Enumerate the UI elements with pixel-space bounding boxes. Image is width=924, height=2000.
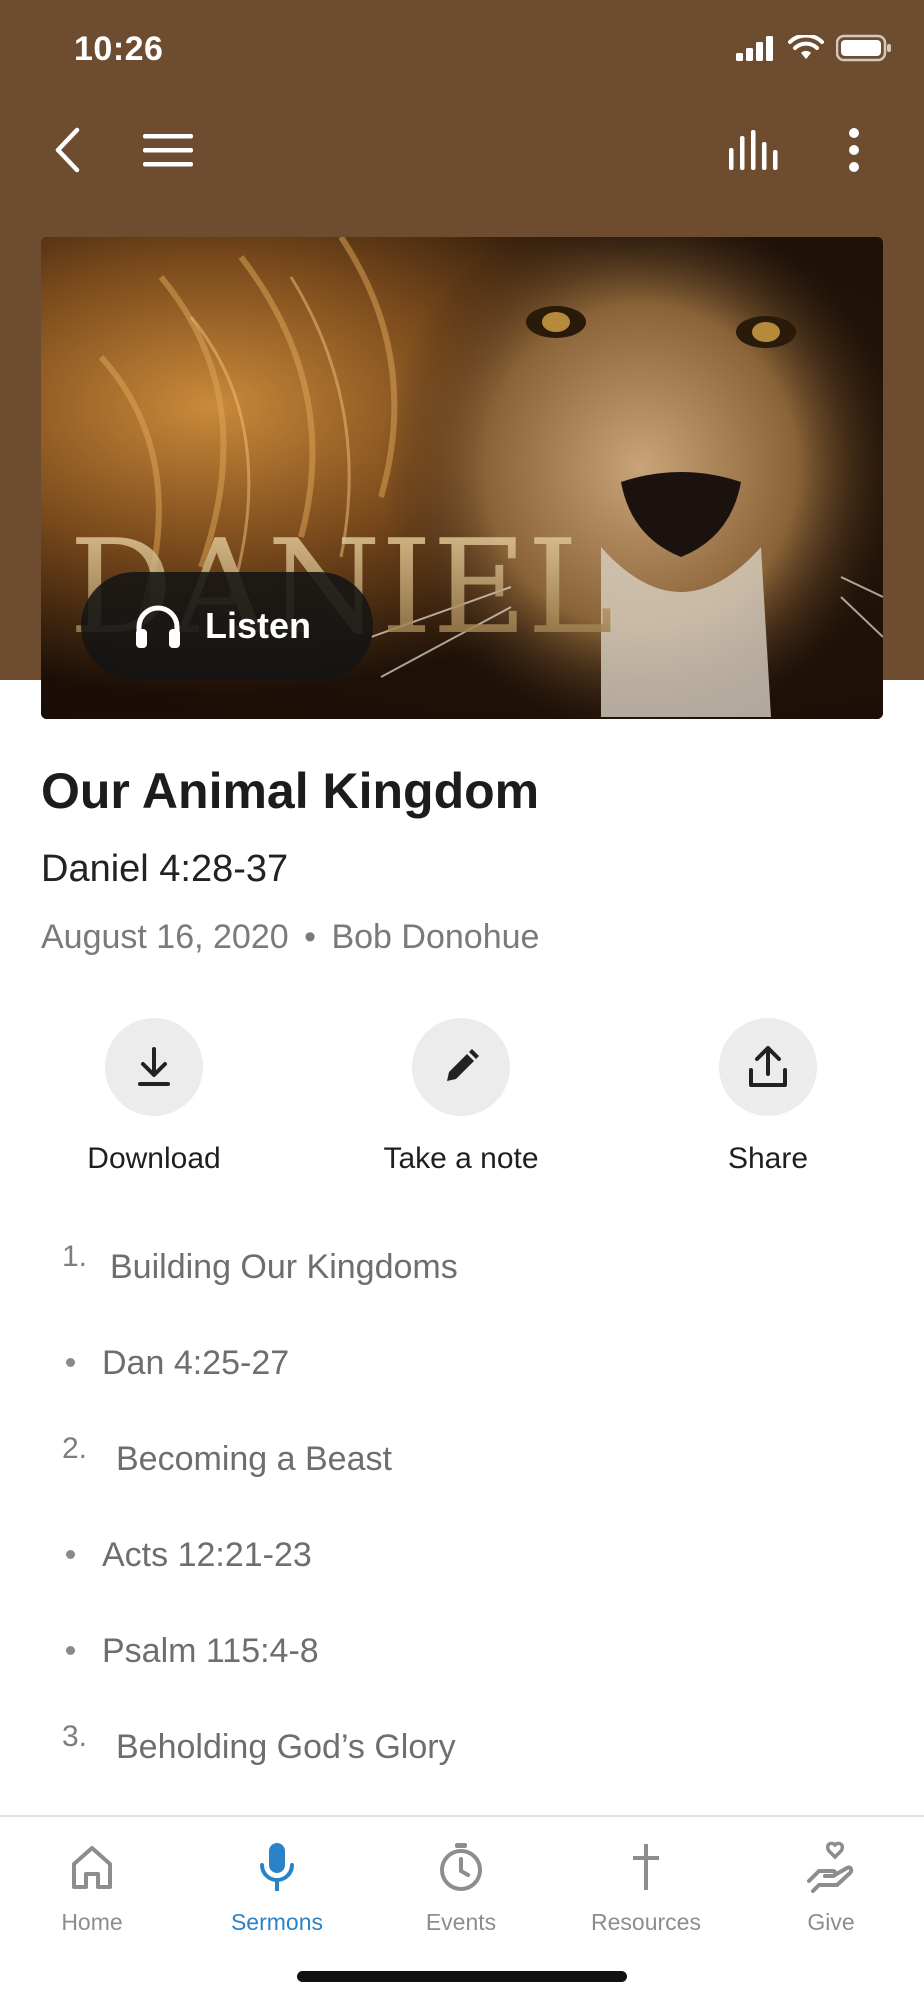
status-icons (736, 34, 892, 62)
outline-text: Beholding God’s Glory (116, 1728, 456, 1766)
download-button[interactable]: Download (24, 1018, 284, 1188)
microphone-icon (260, 1843, 294, 1891)
tab-label: Sermons (230, 1909, 324, 1935)
outline-item: 2. Becoming a Beast (0, 1432, 924, 1492)
sermon-date: August 16, 2020 (41, 918, 289, 956)
giving-hand-icon (807, 1841, 854, 1893)
sermon-scripture: Daniel 4:28-37 (41, 848, 289, 890)
top-navigation (0, 110, 924, 190)
back-chevron-icon (55, 127, 80, 173)
tab-label: Home (61, 1909, 123, 1935)
tab-label: Resources (591, 1909, 701, 1935)
download-label: Download (87, 1142, 221, 1175)
listen-label: Listen (205, 605, 312, 646)
outline-number: 2. (62, 1432, 88, 1465)
menu-button[interactable] (132, 110, 204, 190)
tab-events[interactable]: Events (369, 1837, 553, 1947)
tab-give[interactable]: Give (739, 1837, 923, 1947)
pencil-icon (447, 1049, 479, 1081)
wifi-icon (788, 35, 824, 59)
outline-item: Psalm 115:4-8 (0, 1624, 924, 1684)
download-icon (138, 1047, 170, 1086)
back-button[interactable] (32, 110, 104, 190)
sermon-title: Our Animal Kingdom (41, 763, 540, 819)
take-note-label: Take a note (383, 1142, 539, 1175)
download-circle (105, 1018, 203, 1116)
audio-button[interactable] (718, 110, 790, 190)
outline-number: 1. (62, 1240, 88, 1273)
bullet-dot (66, 1358, 75, 1367)
listen-button[interactable]: Listen (81, 572, 373, 680)
clock-icon (440, 1843, 482, 1891)
tab-label: Give (807, 1909, 855, 1935)
outline-item: Dan 4:25-27 (0, 1336, 924, 1396)
sermon-speaker: Bob Donohue (331, 918, 540, 956)
battery-icon (836, 34, 891, 62)
tab-label: Events (425, 1909, 497, 1935)
status-time: 10:26 (74, 30, 164, 68)
signal-icon (736, 36, 773, 61)
tab-resources[interactable]: Resources (554, 1837, 738, 1947)
share-label: Share (727, 1142, 809, 1175)
action-row: Download Take a note Share (0, 1018, 924, 1188)
tab-home[interactable]: Home (0, 1837, 184, 1947)
home-icon (72, 1846, 112, 1889)
bullet-dot (66, 1550, 75, 1559)
outline-text: Becoming a Beast (116, 1440, 392, 1478)
outline-number: 3. (62, 1720, 88, 1753)
tab-sermons[interactable]: Sermons (185, 1837, 369, 1947)
sermon-artwork: DANIEL Listen (41, 237, 883, 719)
outline-item: 1. Building Our Kingdoms (0, 1240, 924, 1300)
meta-separator: • (304, 918, 317, 956)
outline-item: Acts 12:21-23 (0, 1528, 924, 1588)
outline-text: Building Our Kingdoms (110, 1248, 458, 1286)
outline-item: 3. Beholding God’s Glory (0, 1720, 924, 1780)
menu-icon (143, 134, 193, 167)
sermon-meta: August 16, 2020 • Bob Donohue (41, 918, 539, 957)
more-vertical-icon (849, 128, 859, 172)
share-circle (719, 1018, 817, 1116)
audio-bars-icon (729, 130, 778, 170)
status-bar: 10:26 (0, 0, 924, 100)
cross-icon (633, 1844, 659, 1890)
more-options-button[interactable] (818, 110, 890, 190)
outline-text: Acts 12:21-23 (102, 1536, 312, 1574)
home-indicator (297, 1971, 627, 1982)
outline-text: Dan 4:25-27 (102, 1344, 290, 1382)
share-button[interactable]: Share (638, 1018, 898, 1188)
bullet-dot (66, 1646, 75, 1655)
take-note-circle (412, 1018, 510, 1116)
headphones-icon (136, 605, 180, 648)
take-note-button[interactable]: Take a note (331, 1018, 591, 1188)
share-icon (749, 1046, 787, 1087)
outline-text: Psalm 115:4-8 (102, 1632, 319, 1670)
